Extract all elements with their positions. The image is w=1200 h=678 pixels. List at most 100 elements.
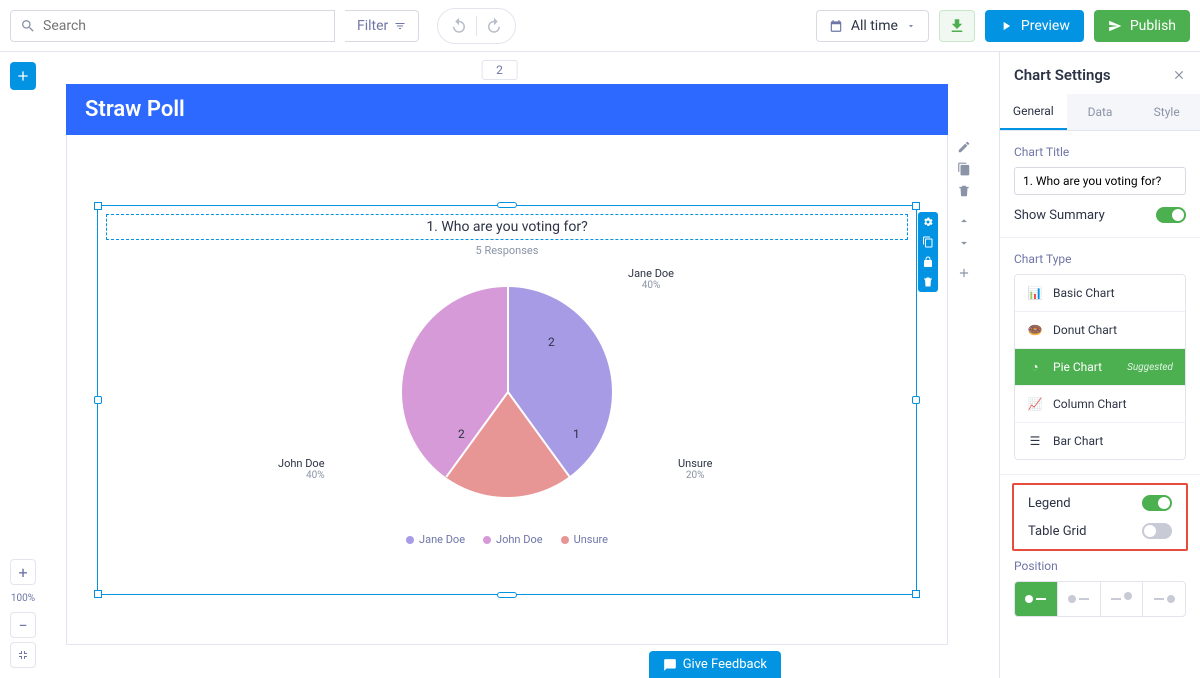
preview-button[interactable]: Preview xyxy=(985,10,1084,42)
chart-title-label: Chart Title xyxy=(1014,145,1186,159)
add-element-button[interactable] xyxy=(10,62,36,90)
main: 2 Straw Poll xyxy=(0,52,1200,678)
chart-type-column[interactable]: 📈 Column Chart xyxy=(1015,386,1185,423)
position-label: Position xyxy=(1014,559,1186,573)
chart-type-bar[interactable]: ☰ Bar Chart xyxy=(1015,423,1185,459)
resize-handle[interactable] xyxy=(94,590,102,598)
legend-label: Legend xyxy=(1028,496,1071,511)
publish-label: Publish xyxy=(1130,18,1176,34)
pie-chart: Jane Doe40% Unsure20% John Doe40% 2 1 2 xyxy=(98,267,916,527)
filter-button[interactable]: Filter xyxy=(345,10,419,42)
page-body: 1. Who are you voting for? 5 Responses J… xyxy=(66,135,948,645)
basic-chart-icon: 📊 xyxy=(1027,285,1043,301)
chart-legend: Jane Doe John Doe Unsure xyxy=(98,533,916,546)
report-page: Straw Poll xyxy=(66,84,948,645)
tab-style[interactable]: Style xyxy=(1133,94,1200,130)
tablegrid-label: Table Grid xyxy=(1028,524,1086,539)
legend-toggle[interactable] xyxy=(1142,495,1172,511)
search-icon xyxy=(20,18,36,34)
filter-icon xyxy=(394,20,406,32)
chevron-down-icon xyxy=(906,21,916,31)
show-summary-label: Show Summary xyxy=(1014,208,1105,223)
page-add-button[interactable] xyxy=(952,262,976,284)
chart-type-donut[interactable]: 🍩 Donut Chart xyxy=(1015,312,1185,349)
show-summary-toggle[interactable] xyxy=(1156,207,1186,223)
resize-handle[interactable] xyxy=(497,202,517,208)
page-down-button[interactable] xyxy=(952,232,976,254)
close-icon[interactable] xyxy=(1172,68,1186,82)
edit-icon xyxy=(957,140,971,154)
page-up-button[interactable] xyxy=(952,210,976,232)
settings reason-panel: Chart Settings General Data Style Chart … xyxy=(999,52,1200,678)
pie-label-john: John Doe40% xyxy=(278,457,325,482)
divider xyxy=(476,16,477,36)
page-edit-button[interactable] xyxy=(952,136,976,158)
undo-icon[interactable] xyxy=(450,17,468,35)
publish-button[interactable]: Publish xyxy=(1094,10,1190,42)
chart-type-basic[interactable]: 📊 Basic Chart xyxy=(1015,275,1185,312)
chart-type-pie[interactable]: ◔ Pie Chart Suggested xyxy=(1015,349,1185,386)
copy-icon xyxy=(922,236,934,248)
feedback-button[interactable]: Give Feedback xyxy=(649,651,781,678)
chart-block[interactable]: 1. Who are you voting for? 5 Responses J… xyxy=(97,205,917,595)
plus-icon xyxy=(957,266,971,280)
search-input[interactable] xyxy=(10,10,335,42)
chart-delete-button[interactable] xyxy=(918,272,938,292)
tab-data[interactable]: Data xyxy=(1067,94,1134,130)
download-button[interactable] xyxy=(939,10,975,42)
position-bottom[interactable] xyxy=(1015,582,1058,616)
chart-settings-button[interactable] xyxy=(918,212,938,232)
zoom-in-button[interactable]: + xyxy=(10,559,36,585)
pie-value-jane: 2 xyxy=(548,335,555,349)
chart-toolbar xyxy=(918,212,938,292)
share-icon xyxy=(1108,19,1122,33)
resize-handle[interactable] xyxy=(94,202,102,210)
chart-type-label: Chart Type xyxy=(1014,252,1186,266)
download-icon xyxy=(948,17,966,35)
chevron-up-icon xyxy=(957,214,971,228)
settings-header: Chart Settings xyxy=(1000,52,1200,94)
tab-general[interactable]: General xyxy=(1000,94,1067,130)
resize-handle[interactable] xyxy=(912,202,920,210)
legend-item: John Doe xyxy=(483,533,543,546)
pie-chart-icon: ◔ xyxy=(1027,359,1043,375)
preview-label: Preview xyxy=(1021,18,1070,34)
feedback-icon xyxy=(663,658,677,672)
position-top[interactable] xyxy=(1101,582,1144,616)
pie-label-unsure: Unsure20% xyxy=(678,457,712,482)
resize-handle[interactable] xyxy=(912,590,920,598)
bar-chart-icon: ☰ xyxy=(1027,433,1043,449)
play-icon xyxy=(999,19,1013,33)
tablegrid-toggle[interactable] xyxy=(1142,523,1172,539)
page-copy-button[interactable] xyxy=(952,158,976,180)
suggested-badge: Suggested xyxy=(1127,362,1173,373)
chart-title-input[interactable] xyxy=(1014,167,1186,195)
chart-lock-button[interactable] xyxy=(918,252,938,272)
legend-tablegrid-group: Legend Table Grid xyxy=(1012,483,1188,551)
zoom-level: 100% xyxy=(11,589,35,608)
chart-title[interactable]: 1. Who are you voting for? xyxy=(106,214,908,240)
filter-label: Filter xyxy=(357,18,388,34)
calendar-icon xyxy=(829,19,843,33)
page-number-tab[interactable]: 2 xyxy=(481,60,518,80)
pie-value-unsure: 1 xyxy=(573,427,580,441)
resize-handle[interactable] xyxy=(497,592,517,598)
page-delete-button[interactable] xyxy=(952,180,976,202)
position-right[interactable] xyxy=(1143,582,1185,616)
zoom-out-button[interactable]: − xyxy=(10,612,36,638)
time-label: All time xyxy=(851,18,898,34)
chart-type-list: 📊 Basic Chart 🍩 Donut Chart ◔ Pie Chart … xyxy=(1014,274,1186,460)
position-left[interactable] xyxy=(1058,582,1101,616)
trash-icon xyxy=(922,276,934,288)
page-title[interactable]: Straw Poll xyxy=(66,84,948,135)
redo-icon[interactable] xyxy=(485,17,503,35)
lock-icon xyxy=(922,256,934,268)
time-filter-button[interactable]: All time xyxy=(816,10,929,42)
chart-copy-button[interactable] xyxy=(918,232,938,252)
collapse-icon xyxy=(17,649,29,661)
column-chart-icon: 📈 xyxy=(1027,396,1043,412)
section-chart-type: Chart Type 📊 Basic Chart 🍩 Donut Chart ◔… xyxy=(1000,238,1200,475)
trash-icon xyxy=(957,184,971,198)
section-chart-title: Chart Title Show Summary xyxy=(1000,131,1200,238)
zoom-fit-button[interactable] xyxy=(10,642,36,668)
